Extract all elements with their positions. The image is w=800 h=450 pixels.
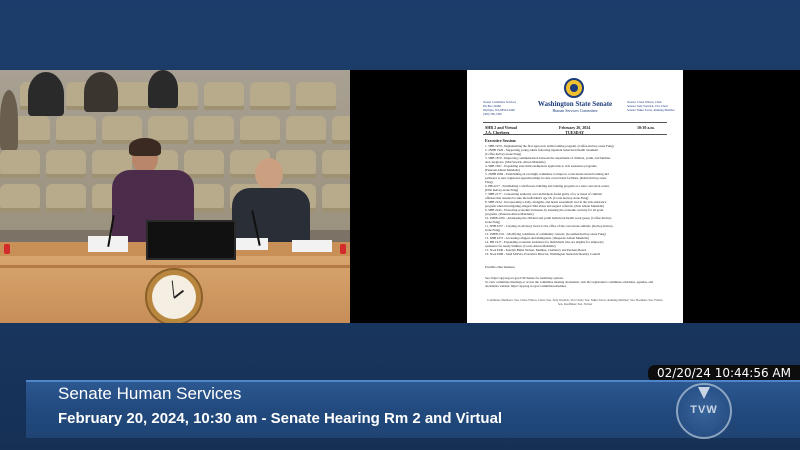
agenda-items: 1. SHB 1979 - Implementing the first app… (485, 144, 665, 256)
section-heading: Executive Session: (485, 138, 517, 143)
divider (483, 134, 667, 135)
speaking-light (340, 244, 346, 254)
committee-leadership: Senator Claire Wilson, Chair Senator Jud… (627, 100, 675, 112)
audience-member (28, 72, 64, 116)
program-subtitle: February 20, 2024, 10:30 am - Senate Hea… (58, 410, 503, 427)
committee-members-footer: Committee Members: Sen. Claire Wilson, C… (487, 298, 663, 306)
program-title: Senate Human Services (58, 384, 242, 403)
agenda-page: Senate Committee Services PO Box 40466 O… (467, 70, 683, 323)
audience-member (0, 90, 18, 150)
testimony-note: See: https://app.leg.wa.gov/CSI/Senate f… (485, 276, 654, 288)
divider (483, 122, 667, 123)
audience-member (84, 72, 118, 112)
state-seal-icon (564, 78, 584, 98)
meeting-time: 10:30 a.m. (637, 125, 655, 130)
papers (236, 238, 268, 250)
document-subtitle: Human Services Committee (552, 108, 598, 113)
laptop-monitor (146, 220, 236, 260)
speaking-light (4, 244, 10, 254)
audience-member (148, 70, 178, 108)
other-business: Possible other business. (485, 265, 516, 269)
agenda-item: 16. SGA 9368 - Sand McFeet, Executive Di… (485, 252, 601, 256)
gallery-chairs-row-1 (20, 82, 336, 110)
clock-hour-hand (173, 289, 185, 299)
tvw-logo-icon: TVW (676, 383, 732, 439)
hearing-video-feed (0, 70, 350, 323)
clock-minute-hand (171, 280, 175, 298)
papers (292, 240, 332, 252)
wall-clock (145, 268, 203, 323)
gallery-chairs-row-2 (10, 116, 350, 144)
clock-face (152, 275, 196, 319)
document-title: Washington State Senate (537, 100, 613, 108)
